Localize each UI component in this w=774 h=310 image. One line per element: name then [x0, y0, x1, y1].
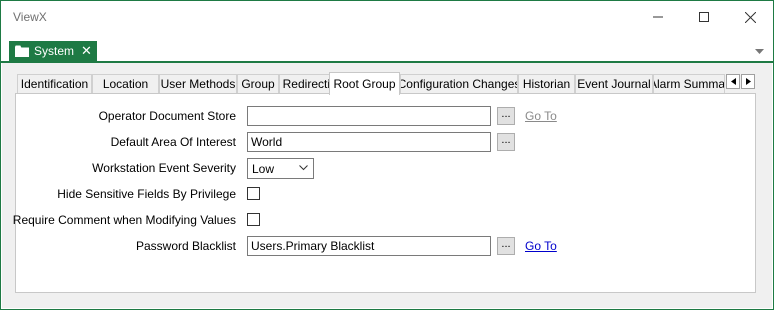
- property-tab-bar: Identification Location User Methods Gro…: [15, 72, 756, 95]
- folder-icon: [15, 45, 29, 57]
- maximize-button[interactable]: [681, 1, 727, 33]
- workstation-event-severity-label: Workstation Event Severity: [92, 161, 236, 175]
- tab-group[interactable]: Group: [237, 74, 279, 93]
- password-blacklist-label: Password Blacklist: [135, 239, 236, 253]
- default-area-of-interest-input[interactable]: World: [247, 132, 491, 152]
- tab-identification[interactable]: Identification: [17, 74, 92, 93]
- close-tab-icon[interactable]: ✕: [81, 43, 92, 59]
- minimize-button[interactable]: [635, 1, 681, 33]
- operator-document-store-input[interactable]: [247, 106, 491, 126]
- chevron-down-icon: [299, 165, 308, 171]
- tab-scroll-right-button[interactable]: [741, 74, 755, 89]
- close-icon: [744, 11, 756, 23]
- operator-document-store-browse-button[interactable]: ...: [497, 107, 515, 125]
- tab-historian[interactable]: Historian: [518, 74, 575, 93]
- password-blacklist-goto-link[interactable]: Go To: [525, 239, 557, 253]
- operator-document-store-goto-link[interactable]: Go To: [525, 109, 557, 123]
- tab-scroll-left-button[interactable]: [726, 74, 740, 89]
- minimize-icon: [653, 16, 663, 18]
- tab-alarm-summary[interactable]: Alarm Summar: [653, 74, 725, 93]
- password-blacklist-browse-button[interactable]: ...: [497, 237, 515, 255]
- dropdown-arrow-icon[interactable]: [755, 49, 764, 55]
- close-button[interactable]: [727, 1, 773, 33]
- tab-root-group[interactable]: Root Group: [329, 72, 400, 95]
- default-area-of-interest-label: Default Area Of Interest: [110, 135, 236, 149]
- require-comment-label: Require Comment when Modifying Values: [12, 213, 236, 227]
- title-bar: ViewX: [1, 1, 773, 34]
- operator-document-store-label: Operator Document Store: [98, 109, 236, 123]
- tab-event-journal[interactable]: Event Journal: [575, 74, 653, 93]
- tab-location[interactable]: Location: [92, 74, 159, 93]
- default-area-of-interest-browse-button[interactable]: ...: [497, 133, 515, 151]
- tab-user-methods[interactable]: User Methods: [159, 74, 237, 93]
- tab-configuration-changes[interactable]: Configuration Changes: [400, 74, 518, 93]
- document-tab-system[interactable]: System ✕: [9, 41, 97, 61]
- require-comment-checkbox[interactable]: [247, 213, 260, 226]
- document-tab-label: System: [34, 44, 75, 58]
- document-tab-strip: System ✕: [1, 41, 773, 63]
- password-blacklist-input[interactable]: Users.Primary Blacklist: [247, 236, 491, 256]
- workstation-event-severity-select[interactable]: Low: [247, 158, 314, 179]
- maximize-icon: [699, 12, 709, 22]
- window-title: ViewX: [13, 10, 47, 24]
- hide-sensitive-fields-checkbox[interactable]: [247, 187, 260, 200]
- arrow-left-icon: [730, 78, 736, 85]
- arrow-right-icon: [745, 78, 751, 85]
- workstation-event-severity-value: Low: [252, 162, 275, 176]
- hide-sensitive-fields-label: Hide Sensitive Fields By Privilege: [57, 187, 236, 201]
